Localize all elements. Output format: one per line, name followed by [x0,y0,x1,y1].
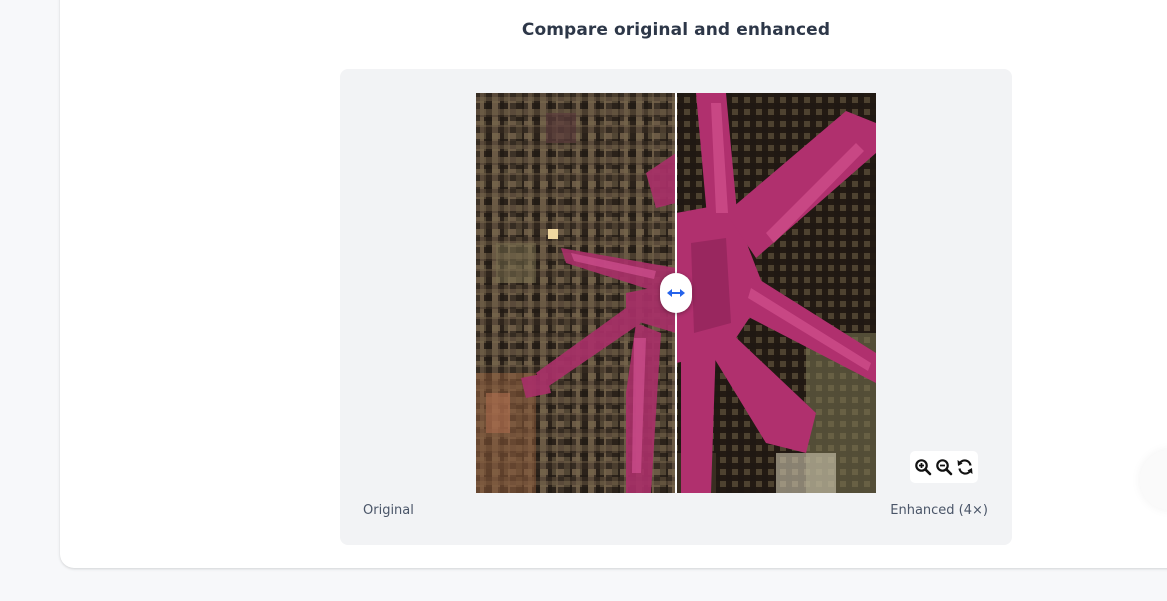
zoom-in-button[interactable] [914,458,932,476]
compare-panel: Original Enhanced (4×) [340,69,1012,545]
compare-slider-handle[interactable] [660,273,692,313]
arrows-horizontal-icon [667,289,685,297]
refresh-icon [957,459,973,475]
enhanced-label: Enhanced (4×) [890,503,988,518]
original-label: Original [363,503,414,518]
zoom-out-icon [936,459,953,476]
zoom-out-button[interactable] [935,458,953,476]
zoom-in-icon [915,459,932,476]
compare-title: Compare original and enhanced [521,20,831,40]
zoom-toolbar [910,451,978,483]
reset-zoom-button[interactable] [956,458,974,476]
image-compare-viewer[interactable] [476,93,876,493]
